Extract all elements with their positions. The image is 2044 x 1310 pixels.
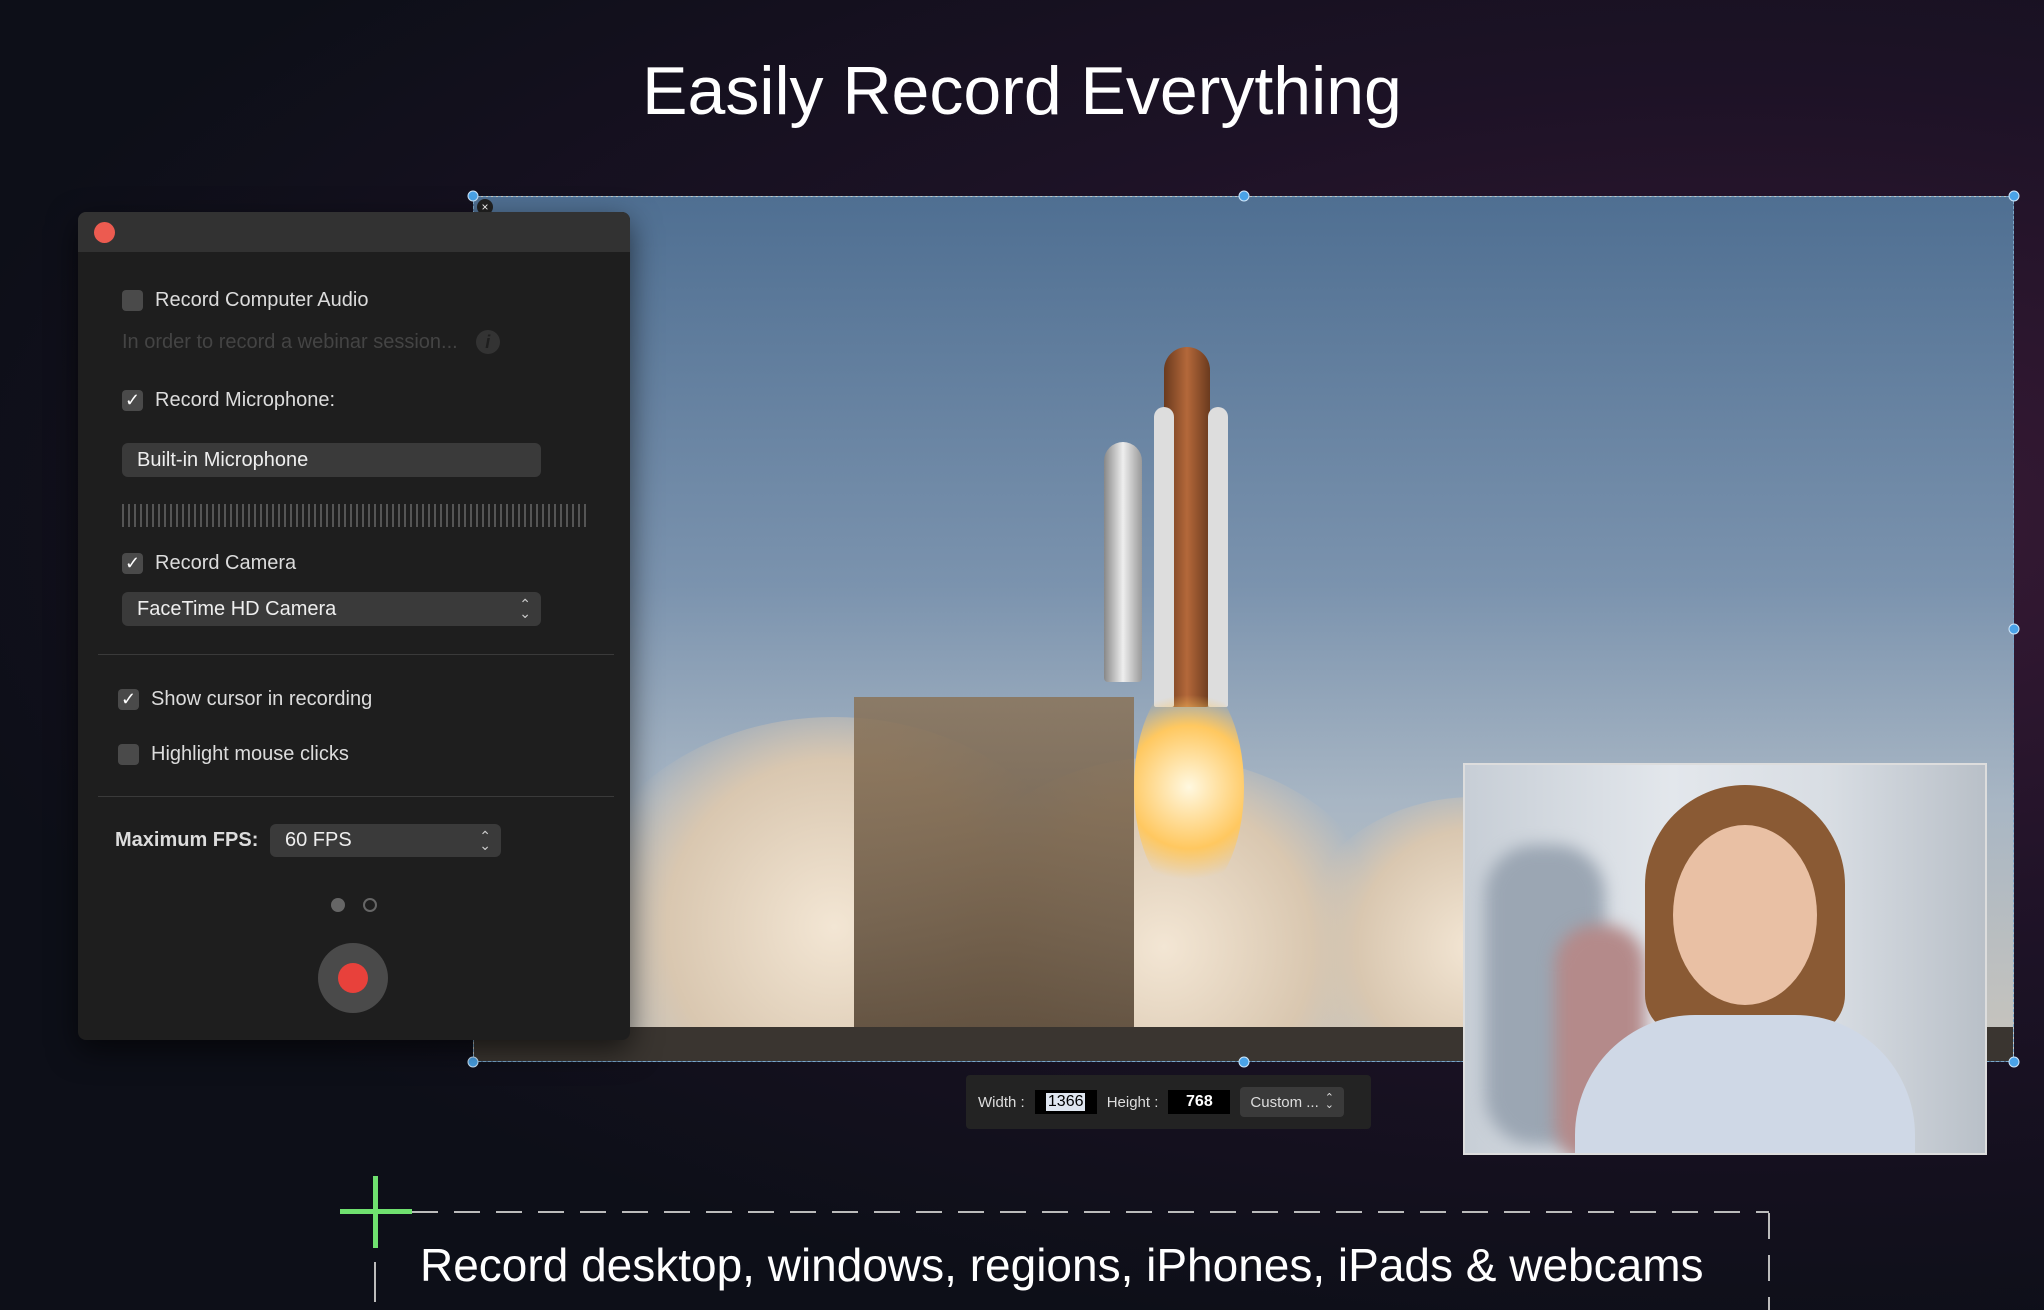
checkbox-unchecked-icon (118, 744, 139, 765)
record-microphone-label: Record Microphone: (155, 389, 336, 411)
resize-handle[interactable] (2008, 623, 2020, 635)
width-value: 1366 (1045, 1093, 1086, 1111)
record-button[interactable] (318, 943, 388, 1013)
hint-text: In order to record a webinar session... (122, 330, 458, 353)
checkmark-icon: ✓ (122, 390, 143, 411)
resize-handle[interactable] (2008, 1056, 2020, 1068)
highlight-clicks-checkbox[interactable]: Highlight mouse clicks (118, 743, 349, 766)
caption: Record desktop, windows, regions, iPhone… (420, 1239, 1704, 1291)
resize-handle[interactable] (467, 190, 479, 202)
headline: Easily Record Everything (642, 53, 1402, 129)
highlight-clicks-label: Highlight mouse clicks (151, 743, 349, 765)
page-dot[interactable] (363, 898, 377, 912)
record-icon (338, 963, 368, 993)
region-size-toolbar: Width : 1366 Height : 768 Custom ... ⌃ ⌄ (966, 1075, 1371, 1129)
width-label: Width : (978, 1093, 1025, 1111)
hint-row: In order to record a webinar session... … (122, 330, 500, 354)
title-bar (78, 212, 630, 252)
microphone-device-field[interactable]: Built-in Microphone (122, 443, 541, 477)
max-fps-select[interactable]: 60 FPS ⌃ ⌄ (270, 824, 501, 857)
selection-guide-line-left (374, 1262, 376, 1302)
checkmark-icon: ✓ (122, 553, 143, 574)
checkbox-unchecked-icon (122, 290, 143, 311)
close-button[interactable] (94, 222, 115, 243)
audio-level-meter (122, 504, 587, 527)
camera-device-value: FaceTime HD Camera (137, 597, 337, 620)
resize-handle[interactable] (1238, 190, 1250, 202)
selection-guide-line (412, 1211, 1769, 1213)
updown-chevron-icon: ⌃ ⌄ (519, 596, 531, 621)
webcam-preview (1463, 763, 1987, 1155)
divider (98, 654, 614, 655)
size-preset-value: Custom ... (1250, 1093, 1319, 1111)
page-dot-active[interactable] (331, 898, 345, 912)
height-input[interactable]: 768 (1168, 1090, 1231, 1114)
crosshair-icon-vertical (373, 1176, 378, 1248)
camera-device-select[interactable]: FaceTime HD Camera ⌃ ⌄ (122, 592, 541, 626)
max-fps-value: 60 FPS (285, 829, 352, 851)
max-fps-label: Maximum FPS: (115, 829, 259, 851)
updown-chevron-icon: ⌃ ⌄ (1324, 1092, 1334, 1111)
resize-handle[interactable] (2008, 190, 2020, 202)
divider (98, 796, 614, 797)
record-microphone-checkbox[interactable]: ✓ Record Microphone: (122, 389, 335, 412)
updown-chevron-icon: ⌃ ⌄ (479, 827, 491, 853)
record-camera-label: Record Camera (155, 552, 297, 574)
resize-handle[interactable] (467, 1056, 479, 1068)
info-icon[interactable]: i (475, 330, 500, 354)
height-label: Height : (1106, 1093, 1159, 1111)
record-computer-audio-checkbox[interactable]: Record Computer Audio (122, 289, 368, 312)
recording-options-panel: Record Computer Audio In order to record… (78, 212, 630, 1040)
size-preset-select[interactable]: Custom ... ⌃ ⌄ (1240, 1087, 1344, 1117)
selection-guide-line-vertical (1768, 1213, 1770, 1310)
resize-handle[interactable] (1238, 1056, 1250, 1068)
checkmark-icon: ✓ (118, 689, 139, 710)
show-cursor-label: Show cursor in recording (151, 688, 373, 710)
record-camera-checkbox[interactable]: ✓ Record Camera (122, 552, 296, 575)
record-computer-audio-label: Record Computer Audio (155, 289, 369, 311)
width-input[interactable]: 1366 (1034, 1090, 1097, 1114)
show-cursor-checkbox[interactable]: ✓ Show cursor in recording (118, 688, 372, 711)
